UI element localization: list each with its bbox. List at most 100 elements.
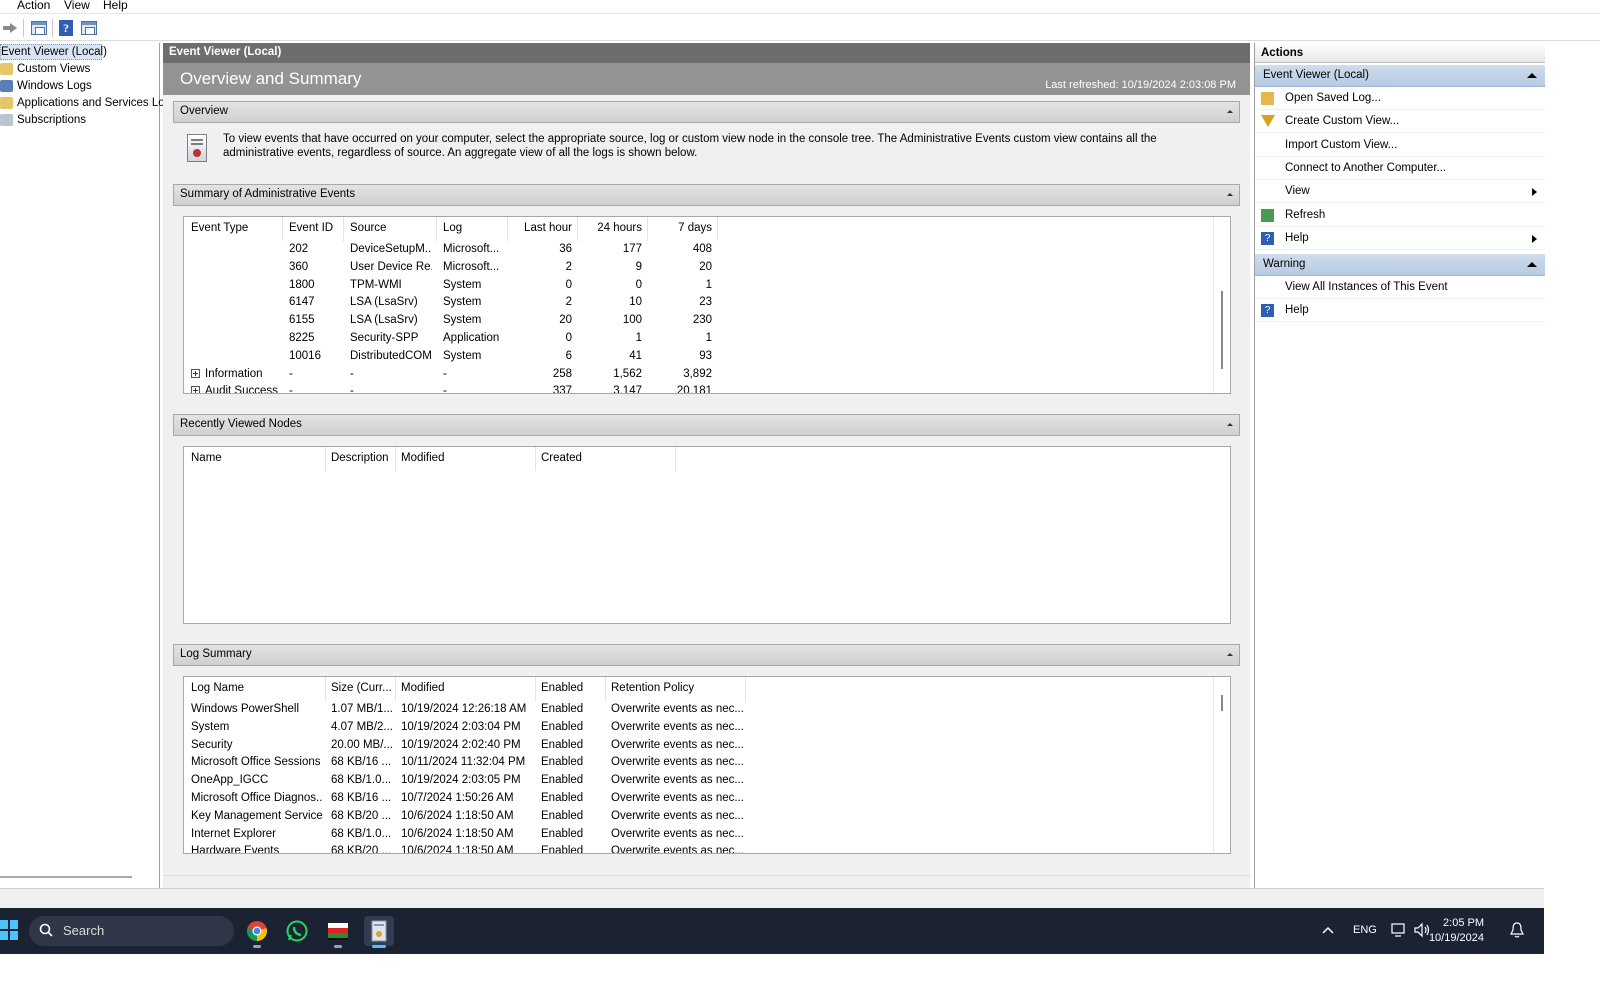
whatsapp-app[interactable]: [282, 916, 312, 946]
action-group-warning[interactable]: Warning: [1255, 254, 1545, 276]
column-separator: [675, 447, 676, 471]
chevron-up-icon[interactable]: [1322, 926, 1334, 934]
table-cell: 93: [654, 350, 712, 362]
table-row[interactable]: 360 User Device Re... Microsoft... 2 9 20: [184, 261, 1230, 278]
col-event-type[interactable]: Event Type: [191, 222, 248, 234]
col-24-hours[interactable]: 24 hours: [584, 222, 642, 234]
table-row[interactable]: 202 DeviceSetupM... Microsoft... 36 177 408: [184, 243, 1230, 260]
start-button[interactable]: [0, 920, 18, 940]
table-cell: 1.07 MB/1...: [331, 703, 393, 715]
col-enabled[interactable]: Enabled: [541, 682, 583, 694]
col-retention-policy[interactable]: Retention Policy: [611, 682, 694, 694]
tree-item-windows-logs[interactable]: Windows Logs: [0, 78, 92, 94]
table-cell: System: [443, 314, 505, 326]
tree-item-custom-views[interactable]: Custom Views: [0, 61, 90, 77]
col-log-name[interactable]: Log Name: [191, 682, 244, 694]
collapse-icon[interactable]: [1227, 193, 1233, 196]
collapse-up-icon[interactable]: [1527, 262, 1537, 267]
table-row[interactable]: OneApp_IGCC 68 KB/1.0... 10/19/2024 2:03:0…: [184, 774, 1230, 791]
action-view-all-instances[interactable]: View All Instances of This Event: [1255, 277, 1545, 299]
refresh-icon: [1261, 208, 1274, 222]
col-event-id[interactable]: Event ID: [289, 222, 333, 234]
menu-view[interactable]: View: [64, 0, 90, 12]
collapse-up-icon[interactable]: [1527, 73, 1537, 78]
table-row[interactable]: Microsoft Office Diagnos... 68 KB/16 ... 1…: [184, 792, 1230, 809]
tree-item-event-viewer-local[interactable]: Event Viewer (Local): [0, 44, 107, 60]
taskbar-search[interactable]: Search: [29, 916, 234, 946]
log-scrollbar[interactable]: [1213, 677, 1230, 853]
col-log[interactable]: Log: [443, 222, 462, 234]
cell-text: 20: [699, 260, 712, 273]
col-modified[interactable]: Modified: [401, 682, 444, 694]
clock[interactable]: 2:05 PM 10/19/2024: [1429, 916, 1484, 946]
col-modified[interactable]: Modified: [401, 452, 444, 464]
collapse-icon[interactable]: [1227, 653, 1233, 656]
col-last-hour[interactable]: Last hour: [514, 222, 572, 234]
expand-plus-icon[interactable]: [191, 386, 200, 393]
log-summary-section-header[interactable]: Log Summary: [173, 644, 1240, 666]
table-row[interactable]: 6155 LSA (LsaSrv) System 20 100 230: [184, 314, 1230, 331]
tree-item-applications-services[interactable]: Applications and Services Lo: [0, 95, 165, 111]
tree-item-subscriptions[interactable]: Subscriptions: [0, 112, 86, 128]
action-open-saved-log[interactable]: Open Saved Log...: [1255, 88, 1545, 110]
event-viewer-app[interactable]: [364, 916, 394, 948]
table-row[interactable]: Internet Explorer 68 KB/1.0... 10/6/2024 1…: [184, 828, 1230, 845]
action-create-custom-view[interactable]: Create Custom View...: [1255, 111, 1545, 134]
table-row[interactable]: 8225 Security-SPP Application 0 1 1: [184, 332, 1230, 349]
table-row[interactable]: Audit Success - - - 337 3,147 20,181: [184, 385, 1230, 393]
forward-button[interactable]: [0, 18, 20, 38]
media-app[interactable]: [323, 916, 353, 948]
log-summary-table: Log Name Size (Curr... Modified Enabled …: [183, 676, 1231, 854]
table-row[interactable]: Security 20.00 MB/... 10/19/2024 2:02:40 P…: [184, 739, 1230, 756]
menu-action[interactable]: Action: [17, 0, 50, 12]
table-cell: 360: [289, 261, 339, 273]
recent-section-header[interactable]: Recently Viewed Nodes: [173, 414, 1240, 436]
table-row[interactable]: System 4.07 MB/2... 10/19/2024 2:03:04 PM E…: [184, 721, 1230, 738]
horizontal-scrollbar[interactable]: [0, 876, 132, 878]
action-warning-help[interactable]: ? Help: [1255, 300, 1545, 323]
table-row[interactable]: Key Management Service 68 KB/20 ... 10/6/2…: [184, 810, 1230, 827]
col-source[interactable]: Source: [350, 222, 386, 234]
cell-text: 202: [289, 243, 309, 255]
cell-text: 3,892: [683, 367, 712, 380]
notification-bell-icon[interactable]: [1510, 922, 1524, 939]
show-action-pane-button[interactable]: [79, 18, 99, 38]
language-indicator[interactable]: ENG: [1353, 924, 1377, 936]
menu-help[interactable]: Help: [103, 0, 128, 12]
table-cell: 8225: [289, 332, 339, 344]
help-button[interactable]: ?: [56, 18, 76, 38]
expand-plus-icon[interactable]: [191, 368, 200, 378]
action-group-event-viewer[interactable]: Event Viewer (Local): [1255, 65, 1545, 87]
chrome-app[interactable]: [242, 916, 272, 948]
show-hide-tree-button[interactable]: [29, 18, 49, 38]
network-icon[interactable]: [1391, 922, 1407, 938]
table-cell: Microsoft Office Sessions: [191, 756, 321, 769]
col-7-days[interactable]: 7 days: [654, 222, 712, 234]
action-connect-computer[interactable]: Connect to Another Computer...: [1255, 158, 1545, 180]
action-refresh[interactable]: Refresh: [1255, 205, 1545, 227]
overview-text: To view events that have occurred on you…: [223, 133, 1157, 159]
table-row[interactable]: 6147 LSA (LsaSrv) System 2 10 23: [184, 296, 1230, 313]
table-cell: 20: [514, 314, 572, 326]
action-import-custom-view[interactable]: Import Custom View...: [1255, 135, 1545, 157]
col-created[interactable]: Created: [541, 452, 582, 464]
table-row[interactable]: 1800 TPM-WMI System 0 0 1: [184, 279, 1230, 296]
collapse-icon[interactable]: [1227, 423, 1233, 426]
table-row[interactable]: Microsoft Office Sessions 68 KB/16 ... 10/…: [184, 756, 1230, 773]
scrollbar-thumb[interactable]: [1221, 695, 1223, 711]
summary-scrollbar[interactable]: [1213, 217, 1230, 393]
summary-section-header[interactable]: Summary of Administrative Events: [173, 184, 1240, 206]
table-cell: 1: [654, 279, 712, 291]
table-row[interactable]: Hardware Events 68 KB/20 ... 10/6/2024 1:1…: [184, 845, 1230, 853]
action-help[interactable]: ? Help: [1255, 228, 1545, 250]
table-row[interactable]: Information - - - 258 1,562 3,892: [184, 368, 1230, 385]
col-size[interactable]: Size (Curr...: [331, 682, 392, 694]
collapse-icon[interactable]: [1227, 110, 1233, 113]
col-name[interactable]: Name: [191, 452, 222, 464]
scrollbar-thumb[interactable]: [1221, 291, 1223, 369]
action-view[interactable]: View: [1255, 181, 1545, 204]
col-description[interactable]: Description: [331, 452, 389, 464]
overview-section-header[interactable]: Overview: [173, 101, 1240, 123]
table-row[interactable]: Windows PowerShell 1.07 MB/1... 10/19/2024…: [184, 703, 1230, 720]
table-row[interactable]: 10016 DistributedCOM System 6 41 93: [184, 350, 1230, 367]
